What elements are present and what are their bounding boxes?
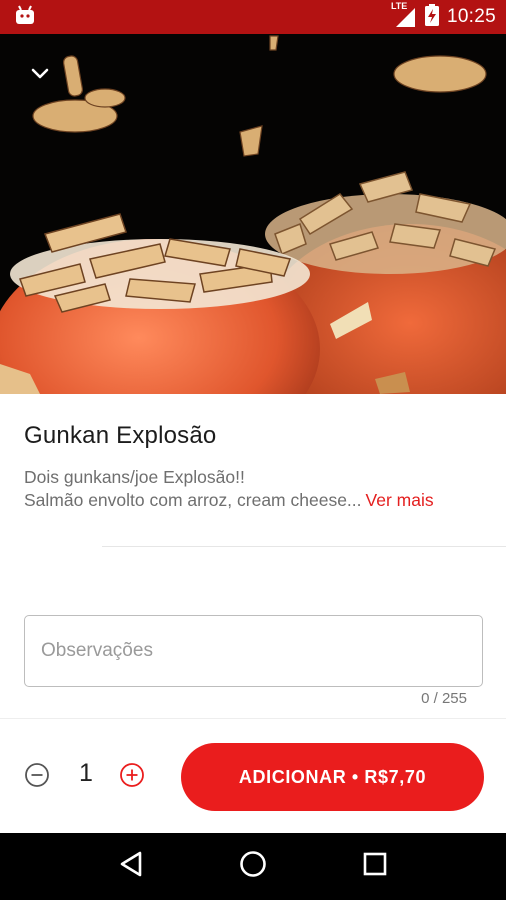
recents-square-icon <box>362 851 388 882</box>
nav-recents-button[interactable] <box>355 847 395 887</box>
character-counter: 0 / 255 <box>421 690 467 707</box>
description-text: Salmão envolto com arroz, cream cheese..… <box>24 490 362 510</box>
product-title: Gunkan Explosão <box>24 422 217 449</box>
decrease-quantity-button[interactable] <box>24 762 50 793</box>
status-bar: LTE 10:25 <box>0 0 506 34</box>
add-to-cart-bar: 1 ADICIONAR • R$7,70 <box>0 718 506 833</box>
nav-back-button[interactable] <box>111 847 151 887</box>
android-icon <box>14 5 36 30</box>
signal-icon: LTE <box>391 1 417 28</box>
minus-circle-icon <box>24 762 50 793</box>
chevron-down-icon <box>30 67 50 81</box>
back-triangle-icon <box>118 850 144 883</box>
sushi-photo <box>0 34 506 394</box>
product-image <box>0 34 506 394</box>
add-to-order-button[interactable]: ADICIONAR • R$7,70 <box>181 743 484 811</box>
divider <box>102 546 506 547</box>
collapse-button[interactable] <box>22 56 58 92</box>
network-type-label: LTE <box>390 1 408 11</box>
system-navigation-bar <box>0 833 506 900</box>
increase-quantity-button[interactable] <box>119 762 145 793</box>
description-line-1: Dois gunkans/joe Explosão!! <box>24 467 245 487</box>
nav-home-button[interactable] <box>233 847 273 887</box>
quantity-value: 1 <box>79 759 93 787</box>
description-line-2: Salmão envolto com arroz, cream cheese..… <box>24 489 494 512</box>
notes-input[interactable] <box>25 616 482 686</box>
product-description: Dois gunkans/joe Explosão!! Salmão envol… <box>24 466 494 512</box>
notes-field[interactable] <box>24 615 483 687</box>
see-more-link[interactable]: Ver mais <box>366 489 434 512</box>
plus-circle-icon <box>119 762 145 793</box>
battery-charging-icon <box>424 3 439 31</box>
home-circle-icon <box>238 849 268 884</box>
clock: 10:25 <box>446 6 496 27</box>
